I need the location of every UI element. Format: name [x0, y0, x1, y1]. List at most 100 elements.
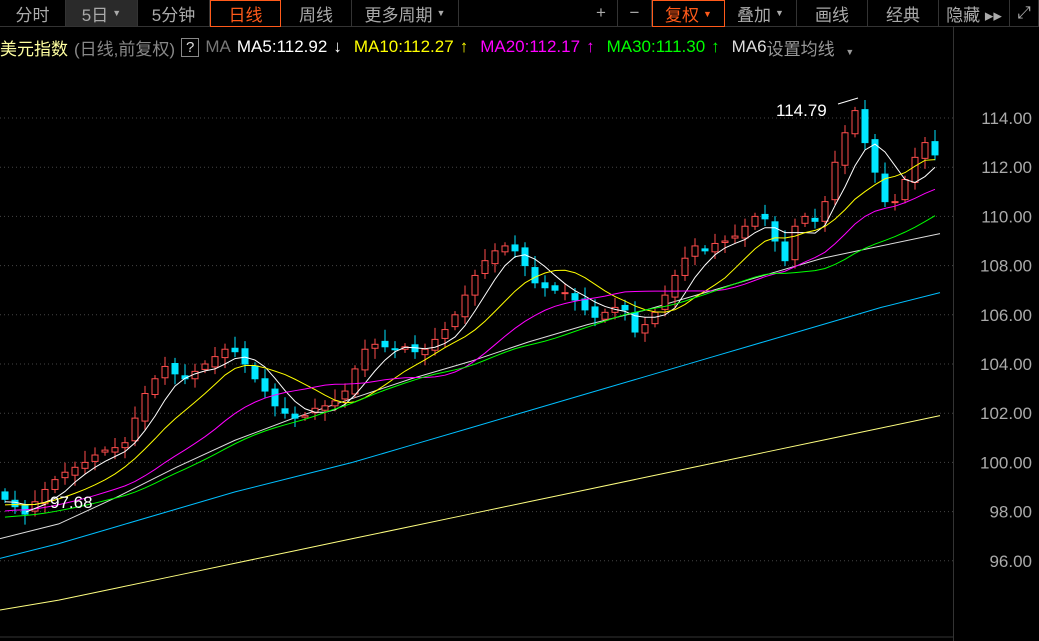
candle-down — [551, 285, 559, 291]
indicator-legend: 美元指数 (日线,前复权) ? MA MA5:112.92 ↓ MA10:112.… — [0, 33, 866, 61]
candle-up — [641, 324, 649, 334]
price-tick-label: 110.00 — [981, 207, 1032, 226]
candle-down — [391, 348, 399, 351]
period-button-0[interactable]: 分时 — [0, 0, 66, 27]
price-tick-label: 106.00 — [980, 306, 1032, 325]
candle-up — [651, 311, 659, 325]
ma5-line — [4, 143, 936, 505]
period-button-3[interactable]: 日线 — [210, 0, 281, 27]
candle-up — [921, 142, 929, 159]
candle-up — [121, 442, 129, 449]
candle-up — [891, 201, 899, 204]
candle-down — [241, 348, 249, 365]
price-tick-label: 108.00 — [980, 257, 1032, 276]
candle-down — [171, 363, 179, 375]
candle-up — [201, 363, 209, 370]
high-price-label: 114.79 — [776, 101, 827, 120]
candle-up — [851, 110, 859, 135]
tool-button-7[interactable]: ⤢ — [1010, 0, 1039, 27]
price-tick-label: 114.00 — [981, 109, 1032, 128]
candle-down — [811, 217, 819, 222]
candle-up — [331, 400, 339, 407]
candle-down — [261, 378, 269, 392]
candle-up — [801, 215, 809, 224]
button-label: 分时 — [15, 5, 50, 25]
ma20-value: MA20:112.17 ↑ — [480, 37, 595, 56]
candle-up — [481, 260, 489, 274]
candle-down — [511, 244, 519, 252]
ma60-value: MA6 — [731, 37, 767, 56]
period-button-5[interactable]: 更多周期 ▼ — [352, 0, 459, 27]
candle-down — [231, 347, 239, 353]
candle-up — [911, 156, 919, 183]
candle-up — [471, 274, 479, 296]
candle-up — [721, 240, 729, 243]
candle-up — [751, 215, 759, 227]
tool-button-2[interactable]: 复权 ▼ — [652, 0, 725, 27]
tool-button-0[interactable]: + — [585, 0, 618, 27]
button-label: 更多周期 — [364, 5, 433, 25]
candle-up — [101, 449, 109, 453]
candle-up — [151, 378, 159, 396]
help-button[interactable]: ? — [181, 37, 200, 57]
button-label: 5日 — [81, 5, 109, 25]
candle-up — [361, 348, 369, 371]
candle-down — [541, 282, 549, 289]
candle-up — [661, 294, 669, 310]
dropdown-arrow-icon: ▼ — [436, 8, 446, 18]
period-button-4[interactable]: 周线 — [281, 0, 352, 27]
price-tick-label: 102.00 — [980, 404, 1032, 423]
candlestick-chart[interactable]: 114.00 112.00 110.00 108.00 106.00 104.00 102.… — [0, 62, 1039, 641]
candle-up — [421, 348, 429, 356]
candle-up — [91, 454, 99, 462]
ma30-value: MA30:111.30 ↑ — [606, 37, 720, 56]
candle-up — [371, 343, 379, 349]
button-label: ⤢ — [1017, 3, 1031, 22]
candle-down — [281, 408, 289, 414]
candle-down — [931, 141, 939, 156]
candle-up — [601, 311, 609, 320]
candle-up — [681, 257, 689, 276]
candle-up — [81, 461, 89, 469]
candle-down — [381, 340, 389, 348]
ma-label: MA — [205, 37, 231, 56]
period-button-2[interactable]: 5分钟 — [138, 0, 210, 27]
candle-up — [341, 390, 349, 400]
candle-up — [491, 250, 499, 265]
button-label: + — [596, 3, 606, 22]
tool-button-4[interactable]: 画线 — [797, 0, 868, 27]
high-pointer-arrow — [837, 97, 859, 105]
candle-down — [581, 298, 589, 311]
candle-up — [731, 235, 739, 239]
candle-up — [351, 368, 359, 395]
candle-up — [51, 479, 59, 490]
dropdown-arrow-icon: ▼ — [703, 8, 712, 19]
candle-down — [591, 306, 599, 318]
candle-up — [461, 294, 469, 318]
ma-settings-dropdown[interactable]: 设置均线 ▼ — [767, 35, 861, 60]
period-toolbar: 分时 5日 ▼ 5分钟 日线 周线 更多周期 ▼ + − 复权 ▼ 叠加 ▼ 画线 经典 隐藏 ▸▸ ⤢ — [0, 0, 1039, 27]
price-tick-label: 112.00 — [981, 158, 1032, 177]
chart-mode: (日线,前复权) — [74, 39, 176, 59]
period-button-1[interactable]: 5日 ▼ — [66, 0, 138, 27]
tool-button-6[interactable]: 隐藏 ▸▸ — [939, 0, 1010, 27]
candle-up — [161, 365, 169, 379]
dropdown-arrow-icon: ▼ — [112, 8, 122, 18]
ma5-value: MA5:112.92 ↓ — [236, 37, 342, 56]
candle-up — [791, 225, 799, 261]
candle-up — [131, 417, 139, 442]
button-label: 隐藏 ▸▸ — [946, 5, 1002, 25]
tool-button-5[interactable]: 经典 — [868, 0, 939, 27]
candle-up — [431, 338, 439, 351]
button-label: 周线 — [299, 5, 333, 25]
ma10-value: MA10:112.27 ↑ — [353, 37, 469, 56]
candle-down — [271, 388, 279, 407]
instrument-name: 美元指数 — [0, 39, 68, 59]
button-label: 5分钟 — [151, 5, 196, 25]
tool-button-3[interactable]: 叠加 ▼ — [725, 0, 797, 27]
candle-up — [111, 447, 119, 453]
candle-up — [141, 393, 149, 422]
button-label: 经典 — [886, 5, 920, 25]
candle-down — [781, 241, 789, 262]
tool-button-1[interactable]: − — [618, 0, 652, 27]
